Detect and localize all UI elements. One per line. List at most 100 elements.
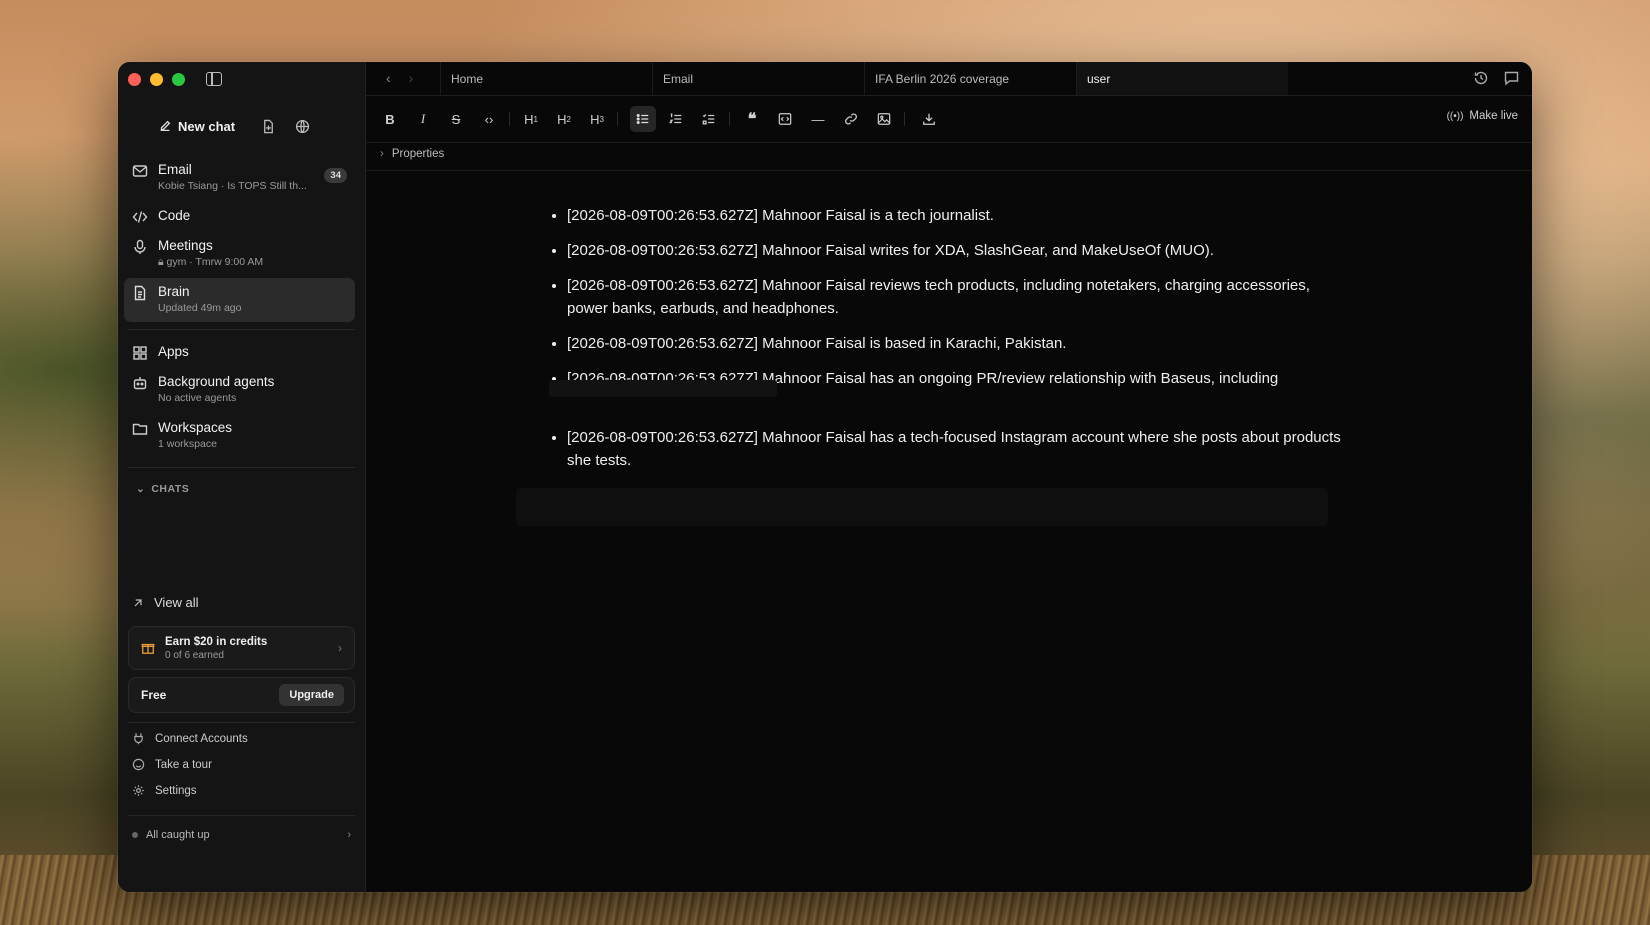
chats-section-toggle[interactable]: ⌄ CHATS: [136, 483, 189, 495]
sidebar-item-apps[interactable]: Apps: [124, 338, 355, 367]
status-dot-icon: [132, 832, 138, 838]
new-chat-button[interactable]: New chat: [128, 111, 249, 141]
image-button[interactable]: [871, 106, 897, 132]
tab-bar: ‹ › Home Email IFA Berlin 2026 coverage …: [366, 62, 1532, 96]
workspace-count: 1 workspace: [158, 438, 217, 450]
main-pane: ‹ › Home Email IFA Berlin 2026 coverage …: [366, 62, 1532, 892]
history-icon[interactable]: [1473, 70, 1489, 86]
sync-status-row[interactable]: All caught up ›: [132, 829, 351, 841]
settings-link[interactable]: Settings: [132, 784, 197, 797]
grid-icon: [133, 346, 147, 360]
link-button[interactable]: [838, 106, 864, 132]
heading-1-button[interactable]: H1: [518, 106, 544, 132]
forward-arrow-icon[interactable]: ›: [409, 70, 414, 86]
horizontal-rule-button[interactable]: —: [805, 106, 831, 132]
mail-icon: [132, 165, 148, 177]
sidebar-item-email[interactable]: Email Kobie Tsiang · Is TOPS Still th...…: [124, 156, 355, 198]
globe-icon: [295, 119, 309, 133]
numbered-list-button[interactable]: [663, 106, 689, 132]
numbered-list-icon: [669, 113, 682, 124]
bullet-list-button[interactable]: [630, 106, 656, 132]
chats-section-label: CHATS: [151, 483, 190, 495]
divider: [366, 170, 1532, 171]
chevron-down-icon: ⌄: [136, 483, 146, 495]
divider: [128, 722, 355, 723]
zoom-window-button[interactable]: [172, 73, 185, 86]
quote-icon: ❝: [747, 111, 757, 128]
upgrade-button[interactable]: Upgrade: [279, 684, 344, 706]
connect-accounts-link[interactable]: Connect Accounts: [132, 732, 248, 745]
tab-home[interactable]: Home: [440, 62, 652, 95]
email-preview: Kobie Tsiang · Is TOPS Still th...: [158, 180, 307, 192]
sidebar-item-brain[interactable]: Brain Updated 49m ago: [124, 278, 355, 322]
heading-3-button[interactable]: H3: [584, 106, 610, 132]
tab-label: user: [1087, 71, 1111, 86]
back-arrow-icon[interactable]: ‹: [386, 70, 391, 86]
list-item: [2026-08-09T00:26:53.627Z] Mahnoor Faisa…: [567, 239, 1349, 262]
credits-title: Earn $20 in credits: [165, 635, 268, 648]
editor-toolbar: B I S ‹› H1 H2 H3 ❝ — ((•)) Make live: [366, 96, 1532, 143]
take-tour-label: Take a tour: [155, 758, 212, 771]
sidebar-item-label: Background agents: [158, 374, 275, 389]
unread-count-badge: 34: [324, 168, 347, 183]
notes-list: [2026-08-09T00:26:53.627Z] Mahnoor Faisa…: [549, 204, 1349, 472]
blockquote-button[interactable]: ❝: [739, 106, 765, 132]
view-all-label: View all: [154, 595, 199, 610]
strikethrough-button[interactable]: S: [443, 106, 469, 132]
earn-credits-card[interactable]: Earn $20 in credits 0 of 6 earned ›: [128, 626, 355, 670]
tab-user[interactable]: user: [1076, 62, 1288, 95]
chevron-right-icon: ›: [380, 148, 384, 160]
lock-icon: 🔒︎: [158, 256, 164, 268]
tab-label: Home: [451, 71, 484, 86]
new-chat-row: New chat: [128, 110, 355, 142]
sync-status-label: All caught up: [146, 829, 210, 841]
make-live-button[interactable]: ((•)) Make live: [1447, 110, 1518, 122]
credits-progress: 0 of 6 earned: [165, 649, 224, 661]
minus-icon: —: [811, 111, 825, 127]
checklist-button[interactable]: [696, 106, 722, 132]
view-all-link[interactable]: View all: [132, 595, 199, 610]
download-icon: [923, 113, 935, 125]
sidebar-item-label: Email: [158, 162, 192, 177]
minimize-window-button[interactable]: [150, 73, 163, 86]
plan-name: Free: [141, 688, 167, 702]
divider: [128, 467, 355, 468]
settings-label: Settings: [155, 784, 197, 797]
tab-email[interactable]: Email: [652, 62, 864, 95]
sidebar-item-label: Apps: [158, 344, 189, 359]
sidebar-item-label: Code: [158, 208, 191, 223]
gear-icon: [133, 785, 144, 796]
chat-bubble-icon[interactable]: [1503, 70, 1520, 86]
bold-button[interactable]: B: [377, 106, 403, 132]
tab-label: IFA Berlin 2026 coverage: [875, 71, 1010, 86]
italic-button[interactable]: I: [410, 106, 436, 132]
tab-ifa-berlin[interactable]: IFA Berlin 2026 coverage: [864, 62, 1076, 95]
inline-code-button[interactable]: ‹›: [476, 106, 502, 132]
code-block-button[interactable]: [772, 106, 798, 132]
sidebar-toggle-icon[interactable]: [206, 72, 222, 86]
agents-status: No active agents: [158, 392, 237, 404]
take-tour-link[interactable]: Take a tour: [132, 758, 212, 771]
close-window-button[interactable]: [128, 73, 141, 86]
sidebar-item-background-agents[interactable]: Background agents No active agents: [124, 368, 355, 410]
list-item: [2026-08-09T00:26:53.627Z] Mahnoor Faisa…: [567, 426, 1349, 472]
document-content[interactable]: [2026-08-09T00:26:53.627Z] Mahnoor Faisa…: [549, 204, 1349, 484]
plan-card: Free Upgrade: [128, 677, 355, 713]
empty-editor-block[interactable]: [516, 488, 1328, 526]
heading-2-button[interactable]: H2: [551, 106, 577, 132]
link-icon: [845, 113, 857, 125]
gift-icon: [141, 643, 155, 654]
sidebar-item-workspaces[interactable]: Workspaces 1 workspace: [124, 414, 355, 456]
sidebar-item-meetings[interactable]: Meetings 🔒︎ gym · Tmrw 9:00 AM: [124, 232, 355, 275]
microphone-icon: [134, 239, 146, 254]
properties-toggle[interactable]: › Properties: [380, 148, 444, 160]
document-icon: [134, 285, 146, 301]
redacted-text-block: [549, 380, 777, 397]
browser-button[interactable]: [287, 111, 317, 141]
connect-accounts-label: Connect Accounts: [155, 732, 248, 745]
new-document-button[interactable]: [253, 111, 283, 141]
sidebar-item-code[interactable]: Code: [124, 202, 355, 231]
robot-icon: [133, 377, 147, 390]
plug-icon: [134, 733, 143, 745]
download-button[interactable]: [916, 106, 942, 132]
